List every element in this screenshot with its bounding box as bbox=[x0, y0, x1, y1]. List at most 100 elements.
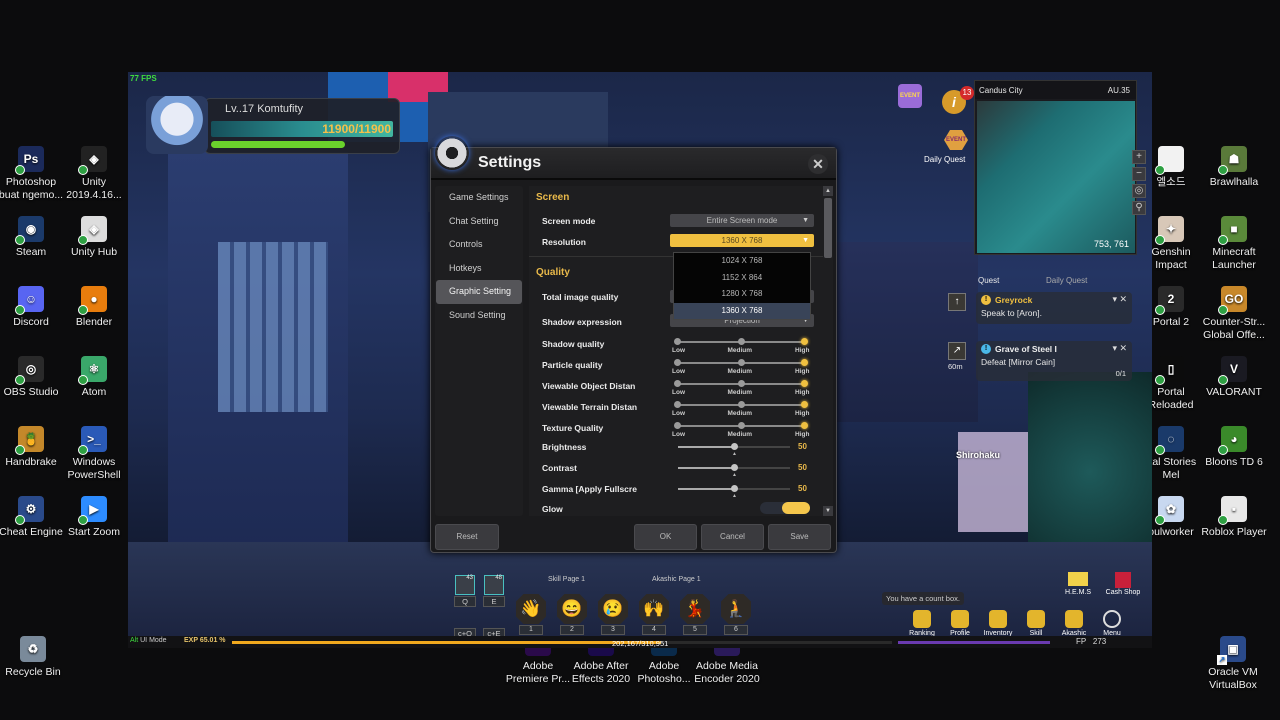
slider-knob[interactable] bbox=[731, 464, 738, 471]
player-avatar[interactable] bbox=[146, 96, 208, 154]
menu-button-ranking[interactable]: Ranking bbox=[904, 610, 940, 637]
slider-knob[interactable] bbox=[731, 443, 738, 450]
daily-quest-icon[interactable]: EVENT bbox=[944, 130, 968, 150]
scroll-down-icon[interactable]: ▼ bbox=[823, 506, 833, 516]
nav-hotkeys[interactable]: Hotkeys bbox=[436, 257, 522, 281]
resolution-option[interactable]: 1280 X 768 bbox=[674, 286, 810, 303]
tab-daily-quest[interactable]: Daily Quest bbox=[1046, 276, 1087, 285]
locate-icon[interactable]: ◎ bbox=[1132, 184, 1146, 198]
slider-stop[interactable] bbox=[674, 380, 681, 387]
quality-slider-viewable-object-distan[interactable]: Low Medium High bbox=[672, 380, 809, 398]
quest-controls[interactable]: ▾ ✕ bbox=[1112, 294, 1127, 305]
menu-button-akashic[interactable]: Akashic bbox=[1056, 610, 1092, 637]
slider-brightness[interactable]: ▲ bbox=[678, 442, 790, 457]
quality-slider-texture-quality[interactable]: Low Medium High bbox=[672, 422, 809, 440]
slider-stop[interactable] bbox=[801, 359, 808, 366]
dance-emote-icon[interactable]: 💃 bbox=[680, 594, 710, 624]
menu-button-skill[interactable]: Skill bbox=[1018, 610, 1054, 637]
hems-button[interactable]: H.E.M.S bbox=[1058, 572, 1098, 596]
slider-stop[interactable] bbox=[801, 401, 808, 408]
cry-emote-icon[interactable]: 😢 bbox=[598, 594, 628, 624]
nav-graphic-setting[interactable]: Graphic Setting bbox=[436, 280, 522, 304]
minimap[interactable]: Candus City AU.35 753, 761 bbox=[974, 80, 1137, 255]
slider-gamma-apply-fullscre[interactable]: ▲ bbox=[678, 484, 790, 499]
minimap-channel[interactable]: AU.35 bbox=[1108, 86, 1130, 95]
quality-slider-viewable-terrain-distan[interactable]: Low Medium High bbox=[672, 401, 809, 419]
slider-contrast[interactable]: ▲ bbox=[678, 463, 790, 478]
menu-button-menu[interactable]: Menu bbox=[1094, 610, 1130, 637]
desktop-icon-brawlhalla[interactable]: ☗ Brawlhalla bbox=[1201, 146, 1267, 189]
slider-stop[interactable] bbox=[737, 338, 745, 345]
desktop-icon-atom[interactable]: ⚛ Atom bbox=[61, 356, 127, 399]
desktop-icon-bloons-td-6[interactable]: ◕ Bloons TD 6 bbox=[1201, 426, 1267, 469]
desktop-icon-handbrake[interactable]: 🍍 Handbrake bbox=[0, 426, 64, 469]
resolution-option[interactable]: 1152 X 864 bbox=[674, 270, 810, 287]
desktop-icon-unity-hub[interactable]: ◈ Unity Hub bbox=[61, 216, 127, 259]
slider-stop[interactable] bbox=[674, 338, 681, 345]
desktop-icon-blender[interactable]: ● Blender bbox=[61, 286, 127, 329]
slider-stop[interactable] bbox=[737, 422, 745, 429]
desktop-icon-windows-powershell[interactable]: >_ Windows PowerShell bbox=[61, 426, 127, 482]
desktop-icon-steam[interactable]: ◉ Steam bbox=[0, 216, 64, 259]
cash-shop-button[interactable]: Cash Shop bbox=[1103, 572, 1143, 596]
slider-stop[interactable] bbox=[674, 359, 681, 366]
slider-stop[interactable] bbox=[674, 401, 681, 408]
skill-page-label[interactable]: Skill Page 1 bbox=[548, 576, 585, 583]
quality-slider-shadow-quality[interactable]: Low Medium High bbox=[672, 338, 809, 356]
quick-slot-q[interactable]: 43 bbox=[455, 575, 475, 595]
desktop-icon-obs-studio[interactable]: ◎ OBS Studio bbox=[0, 356, 64, 399]
desktop-icon-roblox-player[interactable]: ▪ Roblox Player bbox=[1201, 496, 1267, 539]
wave-emote-icon[interactable]: 👋 bbox=[516, 594, 546, 624]
map-pin-icon[interactable]: ⚲ bbox=[1132, 201, 1146, 215]
screen-mode-dropdown[interactable]: Entire Screen mode ▼ bbox=[670, 214, 814, 227]
nav-sound-setting[interactable]: Sound Setting bbox=[436, 304, 522, 328]
nav-chat-setting[interactable]: Chat Setting bbox=[436, 210, 522, 234]
desktop-icon-unity-2019-4-16[interactable]: ◈ Unity 2019.4.16... bbox=[61, 146, 127, 202]
desktop-icon-valorant[interactable]: V VALORANT bbox=[1201, 356, 1267, 399]
desktop-icon-cheat-engine[interactable]: ⚙ Cheat Engine bbox=[0, 496, 64, 539]
slider-stop[interactable] bbox=[737, 359, 745, 366]
quest-card[interactable]: ! Greyrock ▾ ✕ Speak to [Aron]. bbox=[976, 292, 1132, 324]
desktop-icon-minecraft-launcher[interactable]: ■ Minecraft Launcher bbox=[1201, 216, 1267, 272]
slider-stop[interactable] bbox=[737, 380, 745, 387]
slider-stop[interactable] bbox=[674, 422, 681, 429]
zoom-out-button[interactable]: − bbox=[1132, 167, 1146, 181]
quest-card[interactable]: ! Grave of Steel I ▾ ✕ Defeat [Mirror Ca… bbox=[976, 341, 1132, 381]
desktop-icon-virtualbox[interactable]: ▣ ↗ Oracle VM VirtualBox bbox=[1200, 636, 1266, 692]
scrollbar[interactable]: ▲ ▼ bbox=[823, 186, 833, 516]
sit-emote-icon[interactable]: 🧎 bbox=[721, 594, 751, 624]
glow-toggle[interactable] bbox=[760, 502, 810, 514]
slider-stop[interactable] bbox=[801, 422, 808, 429]
tab-quest[interactable]: Quest bbox=[978, 276, 999, 285]
slider-stop[interactable] bbox=[801, 380, 808, 387]
desktop-icon-recycle-bin[interactable]: ♻ Recycle Bin bbox=[0, 636, 66, 679]
ok-button[interactable]: OK bbox=[634, 524, 697, 550]
event-icon[interactable]: EVENT bbox=[898, 84, 922, 108]
cheer-emote-icon[interactable]: 🙌 bbox=[639, 594, 669, 624]
nav-controls[interactable]: Controls bbox=[436, 233, 522, 257]
save-button[interactable]: Save bbox=[768, 524, 831, 550]
ui-mode-label[interactable]: Alt UI Mode bbox=[130, 637, 167, 644]
slider-stop[interactable] bbox=[801, 338, 808, 345]
slider-knob[interactable] bbox=[731, 485, 738, 492]
desktop-icon-start-zoom[interactable]: ▶ Start Zoom bbox=[61, 496, 127, 539]
zoom-in-button[interactable]: + bbox=[1132, 150, 1146, 164]
reset-button[interactable]: Reset bbox=[435, 524, 499, 550]
desktop-icon-discord[interactable]: ☺ Discord bbox=[0, 286, 64, 329]
close-button[interactable]: ✕ bbox=[808, 154, 828, 174]
quest-controls[interactable]: ▾ ✕ bbox=[1112, 343, 1127, 354]
nav-game-settings[interactable]: Game Settings bbox=[436, 186, 522, 210]
resolution-option[interactable]: 1360 X 768 bbox=[674, 302, 810, 319]
scrollbar-thumb[interactable] bbox=[824, 198, 832, 258]
npc-name[interactable]: Shirohaku bbox=[956, 450, 1000, 460]
quality-slider-particle-quality[interactable]: Low Medium High bbox=[672, 359, 809, 377]
cancel-button[interactable]: Cancel bbox=[701, 524, 764, 550]
resolution-option[interactable]: 1024 X 768 bbox=[674, 253, 810, 270]
desktop-icon-photoshop-buat-ngemo[interactable]: Ps Photoshop buat ngemo... bbox=[0, 146, 64, 202]
quick-slot-e[interactable]: 48 bbox=[484, 575, 504, 595]
resolution-dropdown[interactable]: 1360 X 768 ▼ bbox=[670, 234, 814, 247]
scroll-up-icon[interactable]: ▲ bbox=[823, 186, 833, 196]
menu-button-profile[interactable]: Profile bbox=[942, 610, 978, 637]
laugh-emote-icon[interactable]: 😄 bbox=[557, 594, 587, 624]
slider-stop[interactable] bbox=[737, 401, 745, 408]
